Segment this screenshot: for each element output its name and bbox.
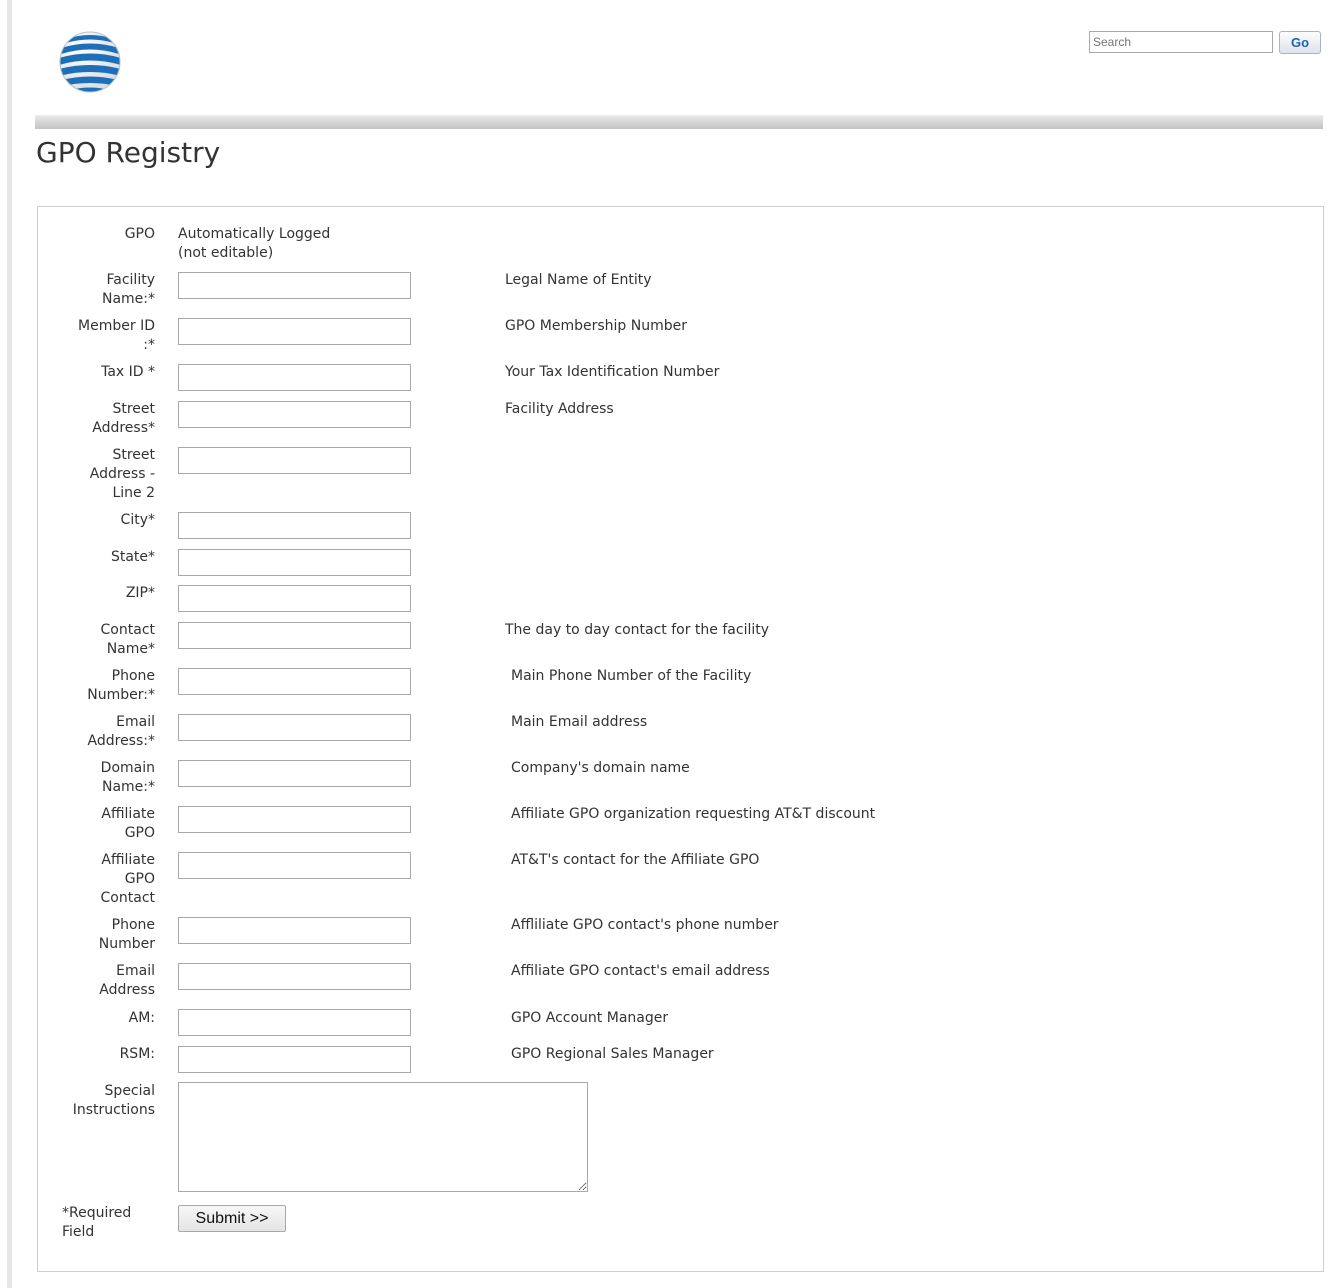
contact-name-label: Contact Name* (100, 622, 155, 657)
affiliate-gpo-contact-label: Affiliate GPO Contact (100, 852, 155, 906)
am-description: GPO Account Manager (511, 1010, 669, 1026)
affiliate-gpo-label: Affiliate GPO (101, 806, 155, 841)
domain-name-label: Domain Name:* (100, 760, 155, 795)
state-label: State* (110, 549, 155, 565)
email-address-input[interactable] (178, 714, 411, 741)
affiliate-email-label: Email Address (99, 963, 155, 998)
member-id-input[interactable] (178, 318, 411, 345)
facility-name-input[interactable] (178, 272, 411, 299)
rsm-label: RSM: (119, 1046, 155, 1062)
att-globe-logo[interactable] (58, 30, 122, 94)
am-label: AM: (128, 1010, 155, 1026)
gpo-value: Automatically Logged (not editable) (178, 226, 331, 261)
phone-number-input[interactable] (178, 668, 411, 695)
affiliate-gpo-contact-description: AT&T's contact for the Affiliate GPO (511, 852, 760, 868)
affiliate-phone-description: Affliliate GPO contact's phone number (511, 917, 779, 933)
facility-name-label: Facility Name:* (101, 272, 155, 307)
email-address-label: Email Address:* (87, 714, 155, 749)
tax-id-label: Tax ID * (101, 364, 155, 380)
special-instructions-textarea[interactable] (178, 1082, 588, 1192)
city-input[interactable] (178, 512, 411, 539)
rsm-description: GPO Regional Sales Manager (511, 1046, 714, 1062)
affiliate-email-input[interactable] (178, 963, 411, 990)
street-address-label: Street Address* (92, 401, 155, 436)
zip-label: ZIP* (125, 585, 155, 601)
tax-id-input[interactable] (178, 364, 411, 391)
page-title: GPO Registry (36, 136, 221, 169)
left-edge-rule (7, 0, 12, 1288)
email-address-description: Main Email address (511, 714, 648, 730)
domain-name-description: Company's domain name (511, 760, 690, 776)
domain-name-input[interactable] (178, 760, 411, 787)
header-divider-bar (35, 115, 1323, 129)
state-input[interactable] (178, 549, 411, 576)
special-instructions-label: Special Instructions (72, 1083, 155, 1118)
facility-name-description: Legal Name of Entity (505, 272, 652, 288)
member-id-description: GPO Membership Number (505, 318, 687, 334)
street-address-input[interactable] (178, 401, 411, 428)
affiliate-gpo-input[interactable] (178, 806, 411, 833)
affiliate-email-description: Affiliate GPO contact's email address (511, 963, 770, 979)
phone-number-description: Main Phone Number of the Facility (511, 668, 752, 684)
required-field-note: *Required Field (62, 1205, 132, 1240)
tax-id-description: Your Tax Identification Number (505, 364, 720, 380)
phone-number-label: Phone Number:* (87, 668, 155, 703)
contact-name-description: The day to day contact for the facility (505, 622, 770, 638)
member-id-label: Member ID :* (78, 318, 155, 353)
affiliate-phone-input[interactable] (178, 917, 411, 944)
contact-name-input[interactable] (178, 622, 411, 649)
street-address-line2-label: Street Address - Line 2 (89, 447, 155, 501)
search-input[interactable] (1089, 31, 1273, 53)
submit-button[interactable]: Submit >> (178, 1205, 286, 1232)
zip-input[interactable] (178, 585, 411, 612)
street-address-description: Facility Address (505, 401, 614, 417)
affiliate-phone-label: Phone Number (98, 917, 155, 952)
affiliate-gpo-description: Affiliate GPO organization requesting AT… (511, 806, 876, 822)
go-button[interactable]: Go (1279, 31, 1321, 54)
rsm-input[interactable] (178, 1046, 411, 1073)
gpo-label: GPO (124, 226, 155, 242)
am-input[interactable] (178, 1009, 411, 1036)
street-address-line2-input[interactable] (178, 447, 411, 474)
affiliate-gpo-contact-input[interactable] (178, 852, 411, 879)
city-label: City* (120, 512, 155, 528)
